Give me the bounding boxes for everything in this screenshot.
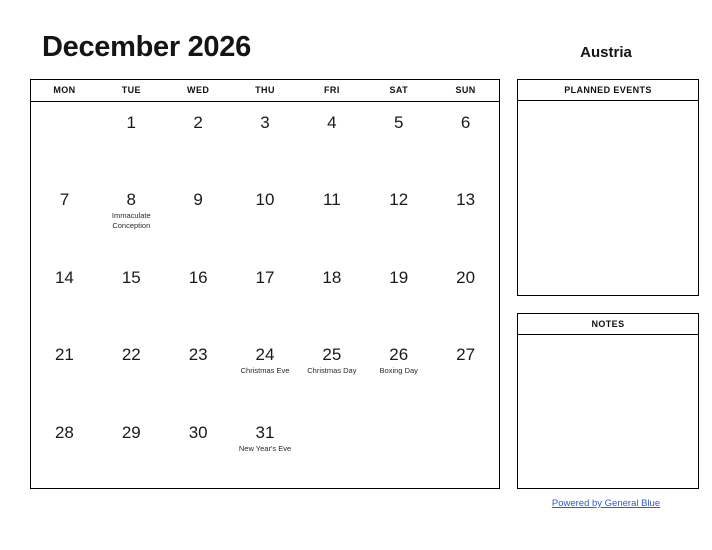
notes-panel: NOTES [517, 313, 699, 489]
day-cell[interactable]: 5 [365, 102, 432, 179]
day-number: 6 [460, 113, 471, 132]
day-cell[interactable]: 1 [98, 102, 165, 179]
powered-by-link[interactable]: Powered by General Blue [513, 498, 699, 509]
day-number: 23 [188, 345, 208, 365]
weekday-header-sun: SUN [455, 85, 476, 95]
day-number: 29 [121, 422, 141, 442]
day-cell[interactable]: 20 [432, 257, 499, 334]
day-cell[interactable]: 4 [298, 102, 365, 179]
notes-title: NOTES [518, 314, 698, 335]
weekday-header-sat: SAT [389, 85, 408, 95]
day-cell[interactable]: 19 [365, 257, 432, 334]
day-event-label: Boxing Day [379, 366, 418, 376]
weekday-header-tue: TUE [121, 85, 141, 95]
day-cell[interactable]: 18 [298, 257, 365, 334]
day-number: 24 [255, 345, 275, 365]
day-number: 7 [59, 190, 70, 210]
day-cell[interactable]: 29 [98, 412, 165, 489]
weekday-header-thu: THU [255, 85, 275, 95]
day-cell[interactable]: 7 [31, 179, 98, 256]
day-number: 9 [193, 190, 203, 210]
day-cell[interactable]: 22 [98, 334, 165, 411]
day-number: 5 [393, 113, 404, 132]
day-cell[interactable]: 23 [165, 334, 232, 411]
day-number: 19 [389, 267, 409, 287]
day-number: 22 [121, 345, 141, 365]
day-number: 21 [54, 345, 74, 365]
planned-events-title: PLANNED EVENTS [518, 80, 698, 101]
day-number: 2 [193, 113, 203, 132]
calendar-week-row: 21 22 23 24 Christmas Eve 25 Christmas Day 26 Bo… [31, 334, 499, 411]
day-number: 1 [126, 113, 137, 132]
day-cell[interactable]: 24 Christmas Eve [232, 334, 299, 411]
day-cell[interactable]: 26 Boxing Day [365, 334, 432, 411]
day-number: 20 [456, 267, 476, 287]
day-cell[interactable]: 12 [365, 179, 432, 256]
calendar-week-row: 14 15 16 17 18 19 20 [31, 257, 499, 334]
calendar-week-rows: 1 2 3 4 5 6 7 8 Immaculate Conception 9 10 11 12 13 14… [31, 102, 499, 489]
day-number: 8 [126, 190, 137, 210]
weekday-header-wed: WED [187, 85, 210, 95]
day-cell[interactable]: 21 [31, 334, 98, 411]
calendar-week-row: 1 2 3 4 5 6 [31, 102, 499, 179]
day-cell-empty [432, 412, 499, 489]
day-cell[interactable]: 15 [98, 257, 165, 334]
day-cell-empty [298, 412, 365, 489]
day-number: 12 [389, 190, 409, 210]
day-cell[interactable]: 14 [31, 257, 98, 334]
day-number: 30 [188, 422, 208, 442]
day-cell-empty [365, 412, 432, 489]
day-cell-empty [31, 102, 98, 179]
day-cell[interactable]: 6 [432, 102, 499, 179]
day-number: 3 [260, 113, 270, 132]
day-cell[interactable]: 25 Christmas Day [298, 334, 365, 411]
day-number: 11 [323, 190, 341, 210]
day-cell[interactable]: 30 [165, 412, 232, 489]
day-number: 16 [188, 267, 208, 287]
weekday-header-row: MON TUE WED THU FRI SAT SUN [31, 80, 499, 102]
calendar-week-row: 7 8 Immaculate Conception 9 10 11 12 13 [31, 179, 499, 256]
day-number: 25 [322, 345, 342, 365]
calendar-week-row: 28 29 30 31 New Year's Eve [31, 412, 499, 489]
calendar-grid: MON TUE WED THU FRI SAT SUN 1 2 3 4 5 6 7 8 Immaculate… [30, 79, 500, 489]
day-number: 18 [322, 267, 342, 287]
day-cell[interactable]: 31 New Year's Eve [232, 412, 299, 489]
country-label: Austria [580, 44, 632, 61]
day-number: 15 [121, 267, 141, 287]
day-cell[interactable]: 10 [232, 179, 299, 256]
day-cell[interactable]: 13 [432, 179, 499, 256]
day-cell[interactable]: 17 [232, 257, 299, 334]
day-cell[interactable]: 2 [165, 102, 232, 179]
day-cell[interactable]: 27 [432, 334, 499, 411]
day-event-label: New Year's Eve [238, 443, 292, 453]
day-cell[interactable]: 9 [165, 179, 232, 256]
day-number: 28 [54, 422, 74, 442]
day-event-label: Christmas Eve [240, 366, 290, 376]
day-cell[interactable]: 8 Immaculate Conception [98, 179, 165, 256]
page-header: December 2026 Austria [0, 0, 712, 76]
planned-events-panel: PLANNED EVENTS [517, 79, 699, 296]
day-cell[interactable]: 11 [298, 179, 365, 256]
day-number: 17 [255, 267, 275, 287]
notes-body[interactable] [518, 335, 698, 488]
page-title: December 2026 [42, 31, 251, 63]
day-number: 26 [389, 345, 409, 365]
day-number: 4 [327, 113, 337, 132]
day-cell[interactable]: 28 [31, 412, 98, 489]
planned-events-body[interactable] [518, 101, 698, 295]
day-event-label: Immaculate Conception [111, 211, 151, 230]
day-number: 13 [456, 190, 476, 210]
day-cell[interactable]: 16 [165, 257, 232, 334]
weekday-header-fri: FRI [324, 85, 340, 95]
day-number: 31 [255, 422, 275, 442]
day-number: 14 [54, 267, 74, 287]
day-cell[interactable]: 3 [232, 102, 299, 179]
day-event-label: Christmas Day [307, 366, 357, 376]
day-number: 10 [255, 190, 275, 210]
weekday-header-mon: MON [53, 85, 76, 95]
day-number: 27 [456, 345, 476, 365]
